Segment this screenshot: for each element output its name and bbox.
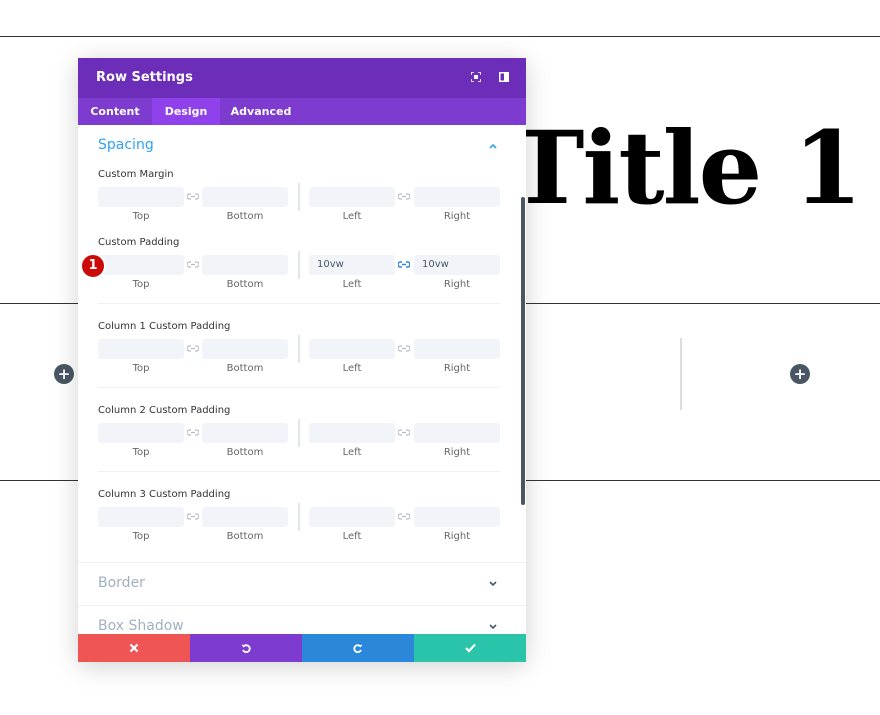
col3-padding-right-input[interactable] [414, 507, 500, 527]
right-label: Right [443, 447, 471, 458]
box-shadow-section-title[interactable]: Box Shadow [98, 618, 184, 634]
right-label: Right [443, 279, 471, 290]
column-3-padding-label: Column 3 Custom Padding [98, 489, 231, 500]
close-icon [129, 643, 139, 653]
group-divider [98, 387, 500, 388]
section-border-top [0, 36, 880, 37]
check-icon [464, 643, 476, 653]
col1-padding-left-input[interactable] [309, 339, 395, 359]
margin-left-input[interactable] [309, 187, 395, 207]
spacing-section-title[interactable]: Spacing [98, 137, 154, 153]
save-button[interactable] [414, 634, 526, 662]
tab-content[interactable]: Content [78, 98, 152, 125]
col1-padding-right-input[interactable] [414, 339, 500, 359]
column-divider [680, 338, 682, 410]
col1-padding-bottom-input[interactable] [202, 339, 288, 359]
link-icon[interactable] [187, 428, 199, 438]
column-1-padding-label: Column 1 Custom Padding [98, 321, 231, 332]
link-icon[interactable] [398, 192, 410, 202]
redo-icon [353, 644, 363, 654]
modal-title: Row Settings [96, 70, 193, 85]
settings-tabs: Content Design Advanced [78, 98, 526, 125]
page-title: Title 1 [510, 109, 863, 227]
link-icon[interactable] [187, 344, 199, 354]
field-separator [298, 335, 300, 363]
top-label: Top [132, 531, 150, 542]
add-row-button-right[interactable]: + [790, 364, 810, 384]
bottom-label: Bottom [226, 211, 264, 222]
padding-top-input[interactable] [98, 255, 184, 275]
tab-advanced[interactable]: Advanced [220, 98, 302, 125]
right-label: Right [443, 531, 471, 542]
col3-padding-left-input[interactable] [309, 507, 395, 527]
link-icon[interactable] [398, 344, 410, 354]
right-label: Right [443, 363, 471, 374]
column-2-padding-label: Column 2 Custom Padding [98, 405, 231, 416]
group-divider [98, 303, 500, 304]
redo-button[interactable] [302, 634, 414, 662]
section-divider [78, 562, 526, 563]
left-label: Left [342, 447, 362, 458]
add-row-button-left[interactable]: + [54, 364, 74, 384]
section-divider [78, 605, 526, 606]
col3-padding-top-input[interactable] [98, 507, 184, 527]
settings-body: Spacing Custom Margin Top Bottom Left Ri… [78, 125, 526, 634]
group-divider [98, 471, 500, 472]
top-label: Top [132, 447, 150, 458]
custom-margin-label: Custom Margin [98, 169, 174, 180]
split-view-icon[interactable] [499, 72, 509, 82]
left-label: Left [342, 211, 362, 222]
left-label: Left [342, 531, 362, 542]
border-section-title[interactable]: Border [98, 575, 145, 591]
bottom-label: Bottom [226, 279, 264, 290]
link-icon[interactable] [187, 260, 199, 270]
undo-button[interactable] [190, 634, 302, 662]
top-label: Top [132, 211, 150, 222]
col1-padding-top-input[interactable] [98, 339, 184, 359]
chevron-down-icon[interactable] [489, 623, 497, 631]
scrollbar[interactable] [521, 197, 525, 505]
link-icon[interactable] [398, 512, 410, 522]
top-label: Top [132, 363, 150, 374]
field-separator [298, 503, 300, 531]
link-active-icon[interactable] [398, 260, 410, 270]
margin-right-input[interactable] [414, 187, 500, 207]
fullscreen-icon[interactable] [471, 72, 481, 82]
row-settings-modal: Row Settings Content Design Advanced Spa… [78, 58, 526, 662]
tab-design[interactable]: Design [152, 98, 220, 125]
chevron-down-icon[interactable] [489, 580, 497, 588]
bottom-label: Bottom [226, 531, 264, 542]
bottom-label: Bottom [226, 447, 264, 458]
col2-padding-bottom-input[interactable] [202, 423, 288, 443]
modal-footer [78, 634, 526, 662]
col2-padding-top-input[interactable] [98, 423, 184, 443]
bottom-label: Bottom [226, 363, 264, 374]
col3-padding-bottom-input[interactable] [202, 507, 288, 527]
left-label: Left [342, 363, 362, 374]
link-icon[interactable] [187, 512, 199, 522]
col2-padding-right-input[interactable] [414, 423, 500, 443]
field-separator [298, 183, 300, 211]
padding-left-input[interactable]: 10vw [309, 255, 395, 275]
left-label: Left [342, 279, 362, 290]
field-separator [298, 251, 300, 279]
top-label: Top [132, 279, 150, 290]
field-separator [298, 419, 300, 447]
cancel-button[interactable] [78, 634, 190, 662]
link-icon[interactable] [187, 192, 199, 202]
padding-bottom-input[interactable] [202, 255, 288, 275]
col2-padding-left-input[interactable] [309, 423, 395, 443]
right-label: Right [443, 211, 471, 222]
undo-icon [241, 644, 251, 654]
margin-top-input[interactable] [98, 187, 184, 207]
chevron-up-icon[interactable] [489, 142, 497, 150]
padding-right-input[interactable]: 10vw [414, 255, 500, 275]
margin-bottom-input[interactable] [202, 187, 288, 207]
link-icon[interactable] [398, 428, 410, 438]
step-badge: 1 [80, 253, 106, 279]
custom-padding-label: Custom Padding [98, 237, 180, 248]
modal-header: Row Settings [78, 58, 526, 98]
